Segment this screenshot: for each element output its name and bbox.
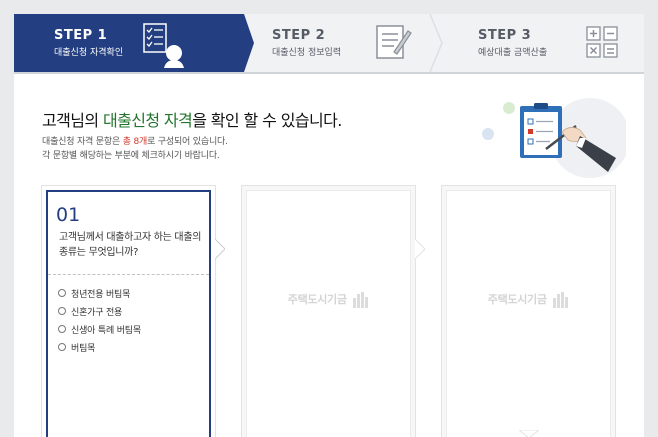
description-line-1: 대출신청 자격 문항은 총 8개로 구성되어 있습니다. <box>42 134 228 147</box>
radio-icon[interactable] <box>58 325 66 333</box>
answer-option[interactable]: 버팀목 <box>58 338 141 356</box>
step-divider-icon <box>429 14 443 72</box>
page-title-part1: 고객님의 <box>42 111 103 130</box>
question-card-2: 주택도시기금 <box>241 185 416 437</box>
description-line-2: 각 문항별 해당하는 부분에 체크하시기 바랍니다. <box>42 151 220 161</box>
step-2-title: STEP 2 <box>272 28 326 43</box>
answer-option-label: 버팀목 <box>71 343 96 354</box>
answer-option[interactable]: 신생아 특례 버팀목 <box>58 320 141 338</box>
placeholder-logo-text: 주택도시기금 <box>287 293 347 306</box>
step-3-title: STEP 3 <box>478 28 532 43</box>
question-card-body: 주택도시기금 <box>246 190 411 437</box>
step-3-label: 예상대출 금액산출 <box>478 48 548 58</box>
placeholder-logo-text: 주택도시기금 <box>487 293 547 306</box>
page-frame: STEP 2 대출신청 정보입력 STEP 3 예상대출 금액산출 STEP 1… <box>14 14 644 437</box>
question-card-1: 01 고객님께서 대출하고자 하는 대출의 종류는 무엇입니까? 청년전용 버팀… <box>41 185 216 437</box>
card-1-arrow-icon <box>215 239 225 259</box>
step-3: STEP 3 예상대출 금액산출 <box>444 14 644 72</box>
page-title: 고객님의 대출신청 자격을 확인 할 수 있습니다. <box>42 107 342 131</box>
card-3-arrow-down-icon <box>519 430 539 437</box>
question-card-body: 01 고객님께서 대출하고자 하는 대출의 종류는 무엇입니까? 청년전용 버팀… <box>46 190 211 437</box>
question-card-body: 주택도시기금 <box>446 190 611 437</box>
placeholder-logo: 주택도시기금 <box>447 291 610 308</box>
answer-options: 청년전용 버팀목 신혼가구 전용 신생아 특례 버팀목 버팀목 <box>58 284 141 356</box>
building-bars-icon <box>353 292 369 308</box>
calculator-icon <box>586 26 618 58</box>
question-text: 고객님께서 대출하고자 하는 대출의 종류는 무엇입니까? <box>59 232 202 258</box>
step-2: STEP 2 대출신청 정보입력 <box>244 14 444 72</box>
form-pencil-icon <box>376 25 412 59</box>
answer-option[interactable]: 청년전용 버팀목 <box>58 284 141 302</box>
clipboard-hand-illustration <box>482 98 626 178</box>
question-card-3: 주택도시기금 <box>441 185 616 437</box>
placeholder-logo: 주택도시기금 <box>247 291 410 308</box>
step-2-label: 대출신청 정보입력 <box>272 48 342 58</box>
radio-icon[interactable] <box>58 289 66 297</box>
radio-icon[interactable] <box>58 343 66 351</box>
description-text: 로 구성되어 있습니다. <box>147 137 228 147</box>
card-2-arrow-icon <box>415 239 425 259</box>
active-step-arrow-icon <box>240 14 254 72</box>
checklist-person-icon <box>143 23 184 68</box>
question-count: 총 8개 <box>122 137 148 147</box>
answer-option-label: 신혼가구 전용 <box>71 307 123 318</box>
steps-divider-line <box>14 72 644 74</box>
page-title-highlight: 대출신청 자격 <box>102 111 193 130</box>
radio-icon[interactable] <box>58 307 66 315</box>
page-title-part2: 을 확인 할 수 있습니다. <box>192 111 342 130</box>
answer-option[interactable]: 신혼가구 전용 <box>58 302 141 320</box>
step-1-label: 대출신청 자격확인 <box>54 48 124 58</box>
answer-option-label: 청년전용 버팀목 <box>71 289 131 300</box>
answer-option-label: 신생아 특례 버팀목 <box>71 325 141 336</box>
question-number: 01 <box>56 204 81 226</box>
step-1-title: STEP 1 <box>54 28 108 43</box>
description-text: 대출신청 자격 문항은 <box>42 137 123 147</box>
building-bars-icon <box>553 292 569 308</box>
question-divider <box>48 274 209 275</box>
step-1: STEP 1 대출신청 자격확인 <box>14 14 244 72</box>
step-progress-bar: STEP 2 대출신청 정보입력 STEP 3 예상대출 금액산출 STEP 1… <box>14 14 644 72</box>
